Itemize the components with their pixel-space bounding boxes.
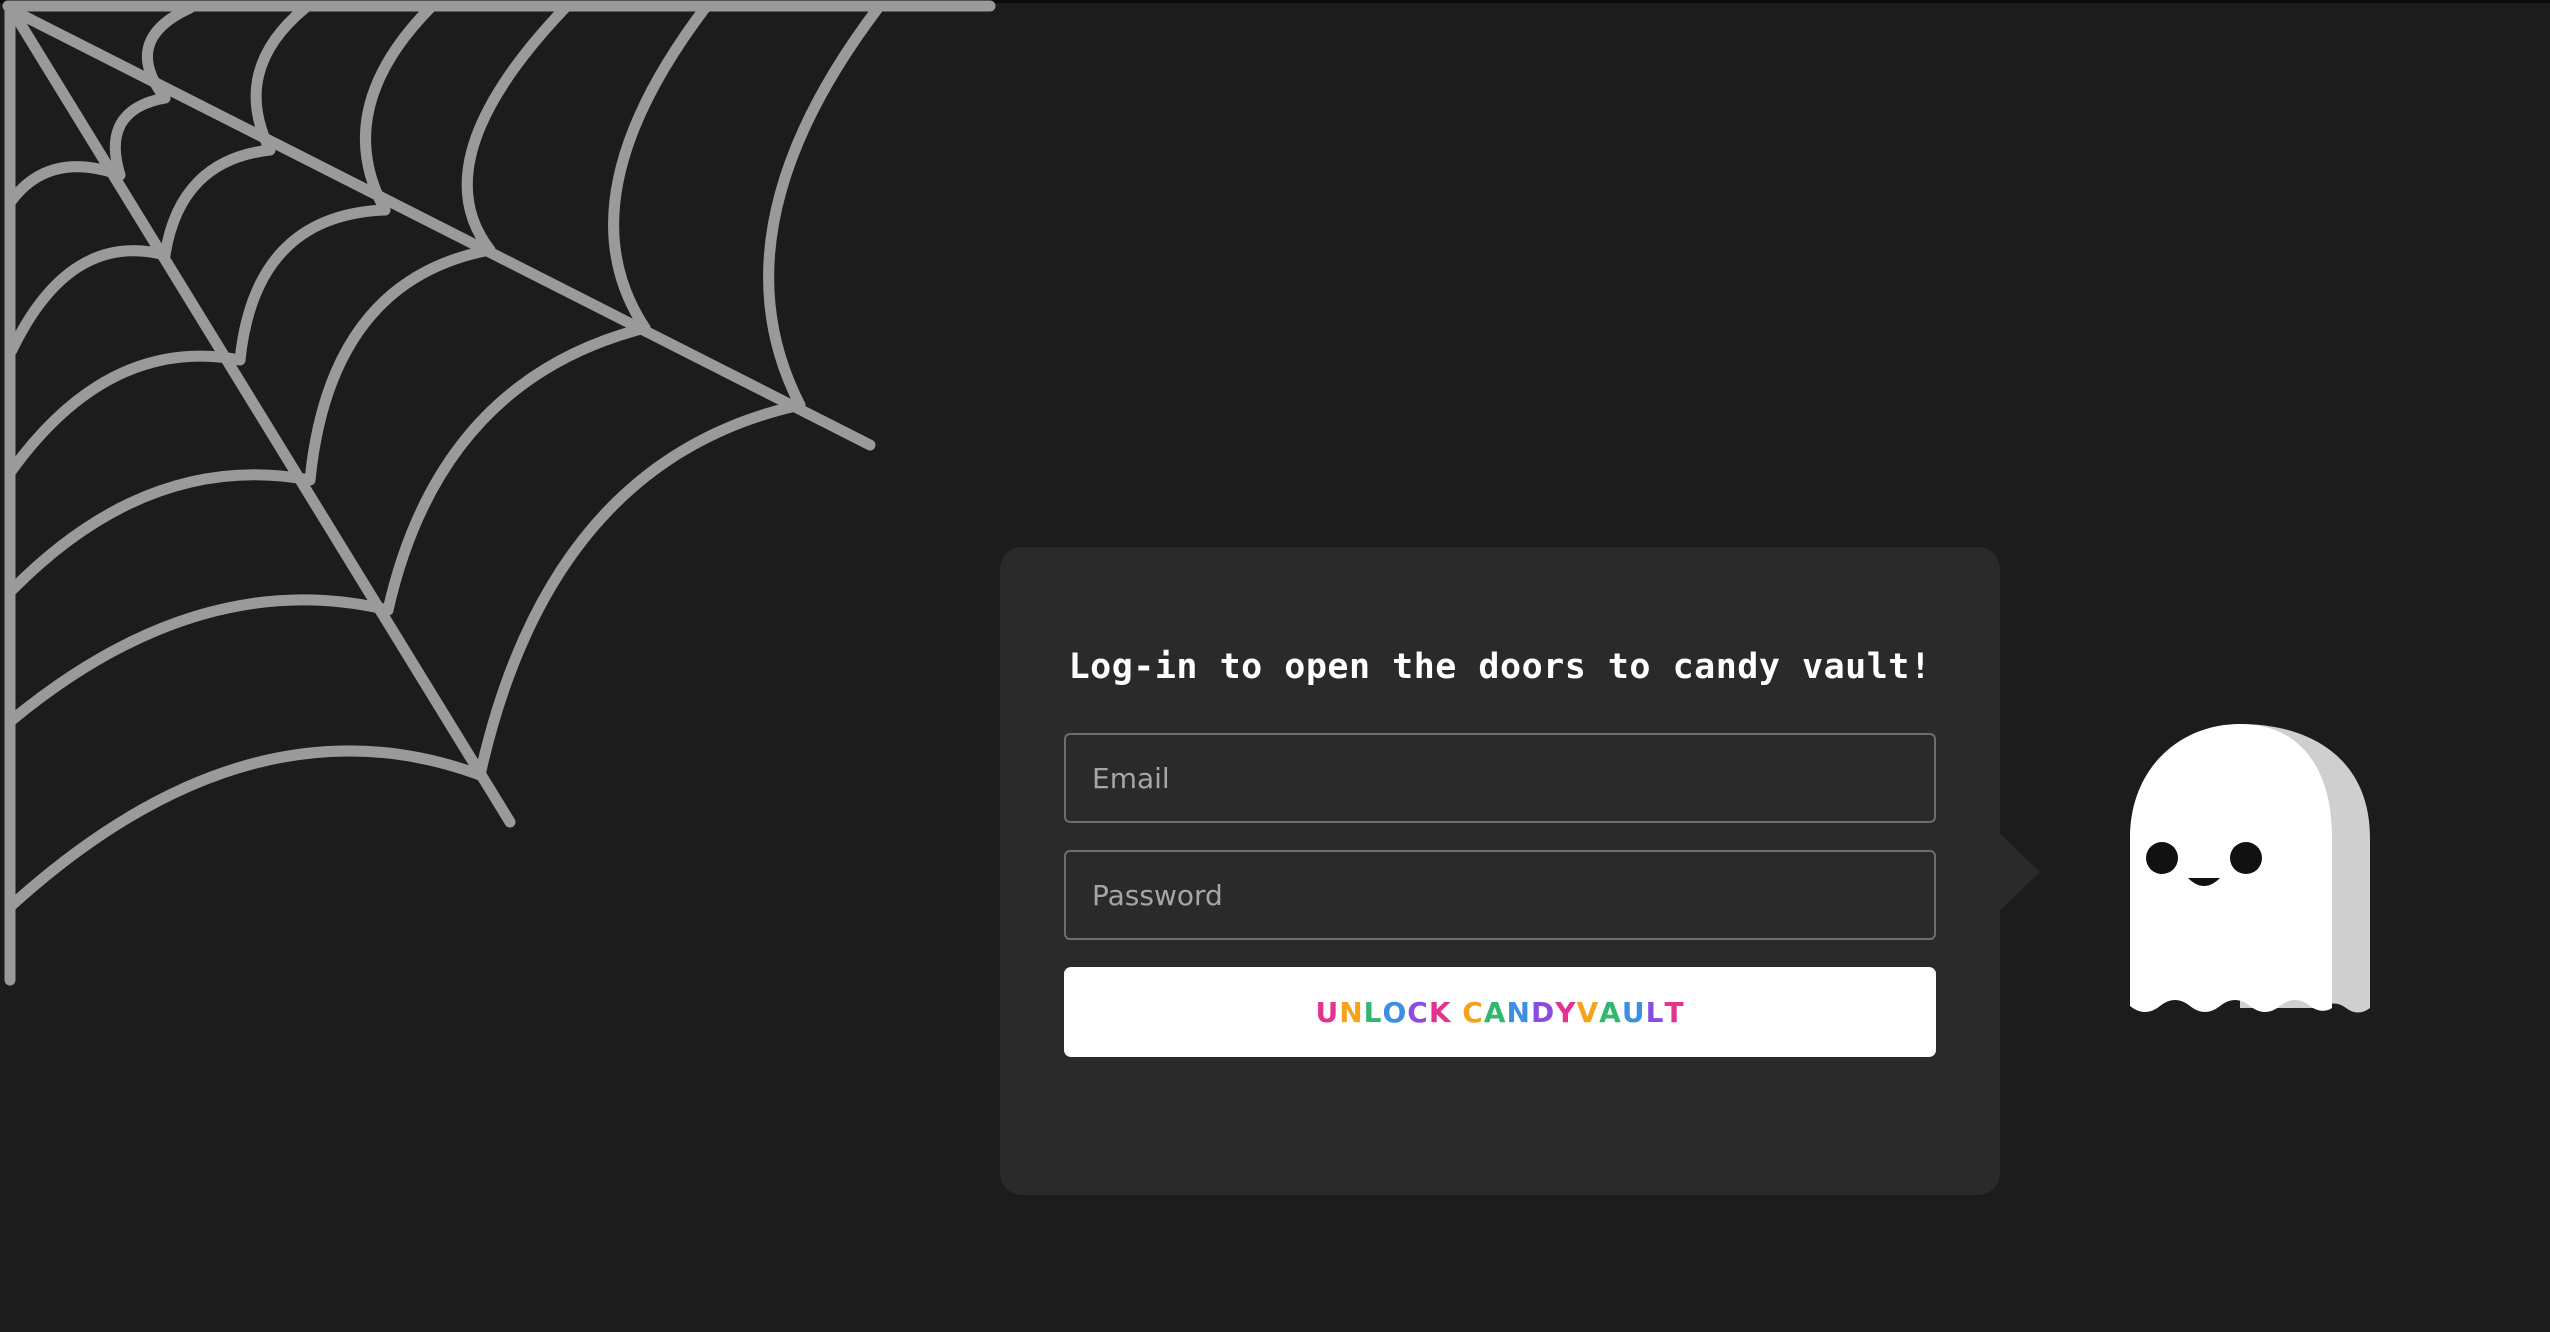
login-heading: Log-in to open the doors to candy vault! xyxy=(1068,647,1932,687)
button-letter: A xyxy=(1599,995,1622,1029)
spider-web-icon xyxy=(2,0,996,986)
password-input[interactable] xyxy=(1064,850,1936,940)
button-letter: N xyxy=(1339,995,1364,1029)
login-card: Log-in to open the doors to candy vault!… xyxy=(1000,547,2000,1195)
button-letter: T xyxy=(1664,995,1685,1029)
button-letter: K xyxy=(1428,995,1452,1029)
card-pointer xyxy=(1998,832,2040,912)
unlock-button-label: UNLOCK CANDYVAULT xyxy=(1315,996,1684,1029)
button-letter: C xyxy=(1407,995,1429,1029)
ghost-icon xyxy=(2130,724,2370,1013)
email-input[interactable] xyxy=(1064,733,1936,823)
button-letter: A xyxy=(1483,995,1507,1029)
button-letter: U xyxy=(1621,995,1646,1029)
button-letter: O xyxy=(1382,995,1408,1029)
button-letter: L xyxy=(1645,995,1665,1029)
button-letter xyxy=(1452,996,1463,1029)
button-letter: L xyxy=(1363,995,1383,1029)
button-letter: U xyxy=(1315,995,1340,1029)
button-letter: V xyxy=(1576,995,1600,1029)
button-letter: C xyxy=(1462,995,1484,1029)
button-letter: N xyxy=(1506,995,1531,1029)
button-letter: Y xyxy=(1555,995,1577,1029)
button-letter: D xyxy=(1530,995,1556,1029)
unlock-candyvault-button[interactable]: UNLOCK CANDYVAULT xyxy=(1064,967,1936,1057)
